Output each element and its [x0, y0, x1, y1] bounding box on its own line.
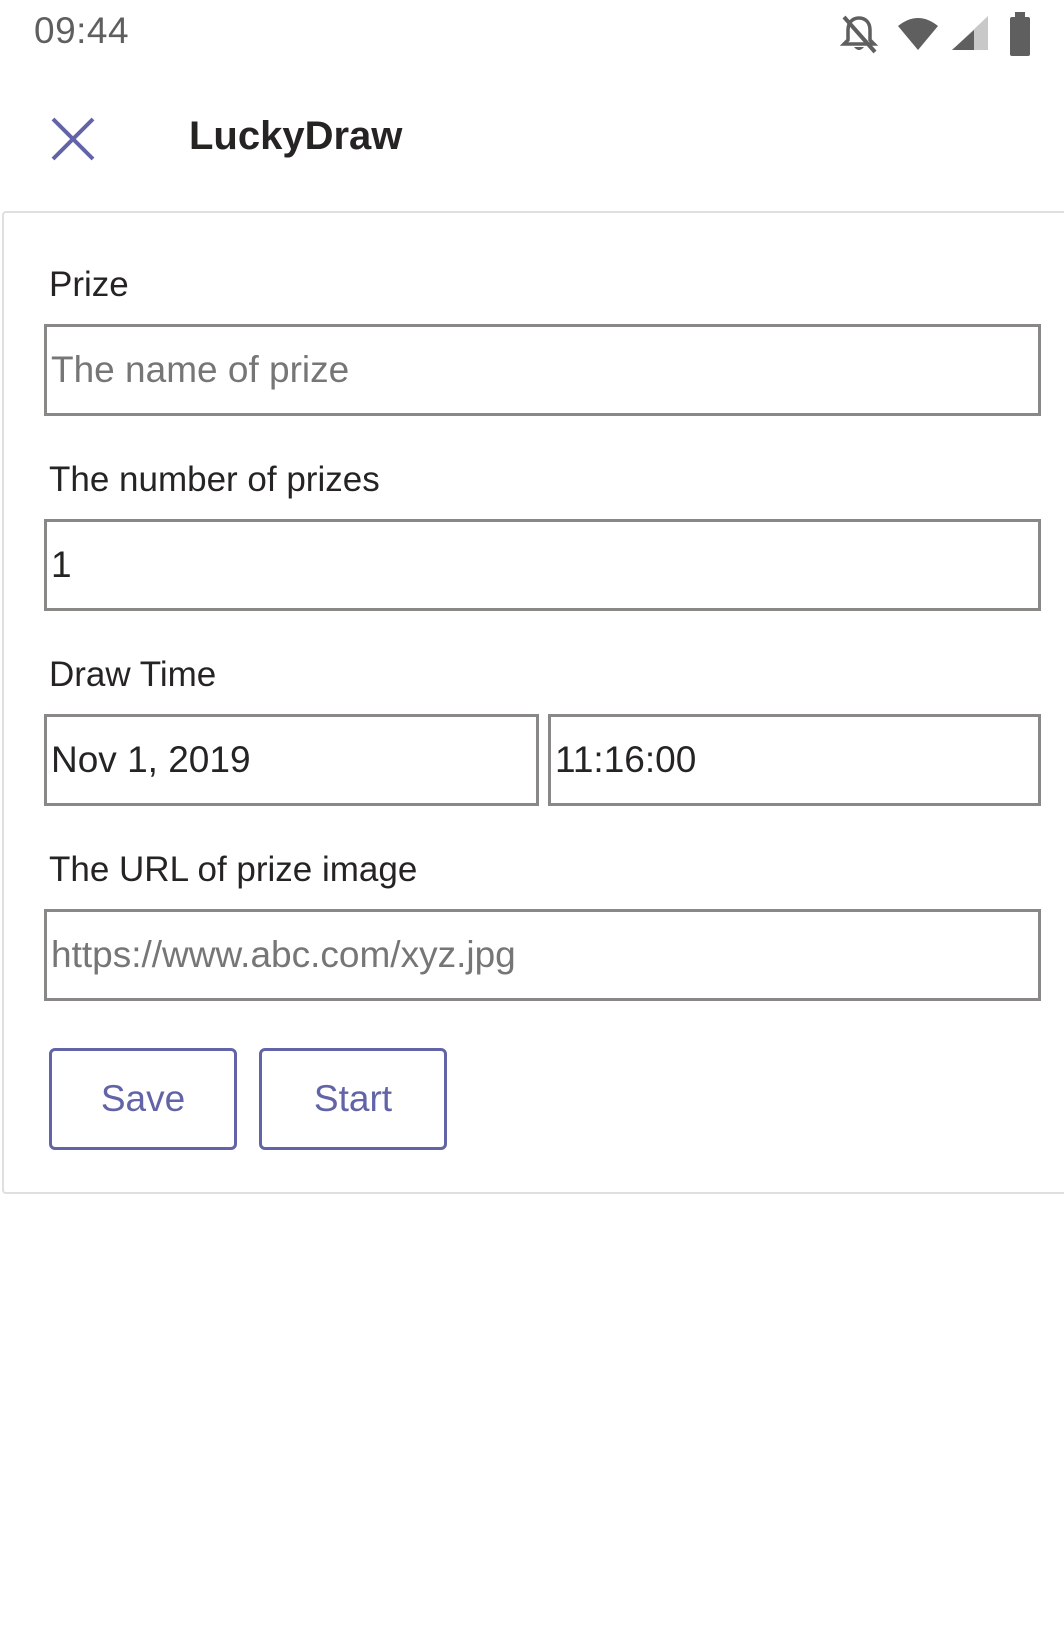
- status-bar: 09:44: [0, 0, 1064, 66]
- battery-icon: [1010, 12, 1030, 56]
- draw-time-input[interactable]: [548, 714, 1041, 806]
- prize-name-input[interactable]: [44, 324, 1041, 416]
- prize-label: Prize: [49, 265, 129, 304]
- lucky-draw-form: Prize The number of prizes Draw Time The…: [2, 211, 1064, 1194]
- number-of-prizes-label: The number of prizes: [49, 460, 380, 499]
- draw-time-label: Draw Time: [49, 655, 217, 694]
- start-button[interactable]: Start: [259, 1048, 447, 1150]
- close-icon: [51, 117, 95, 161]
- number-of-prizes-input[interactable]: [44, 519, 1041, 611]
- close-button[interactable]: [40, 106, 106, 172]
- prize-image-url-input[interactable]: [44, 909, 1041, 1001]
- status-time: 09:44: [34, 10, 130, 51]
- notifications-off-icon: [839, 15, 879, 54]
- app-header: LuckyDraw: [0, 66, 1064, 210]
- prize-image-url-label: The URL of prize image: [49, 850, 418, 889]
- app-title: LuckyDraw: [189, 114, 403, 158]
- draw-date-input[interactable]: [44, 714, 539, 806]
- status-icons: [824, 12, 1064, 56]
- save-button[interactable]: Save: [49, 1048, 237, 1150]
- signal-icon: [952, 16, 988, 50]
- wifi-icon: [898, 18, 938, 50]
